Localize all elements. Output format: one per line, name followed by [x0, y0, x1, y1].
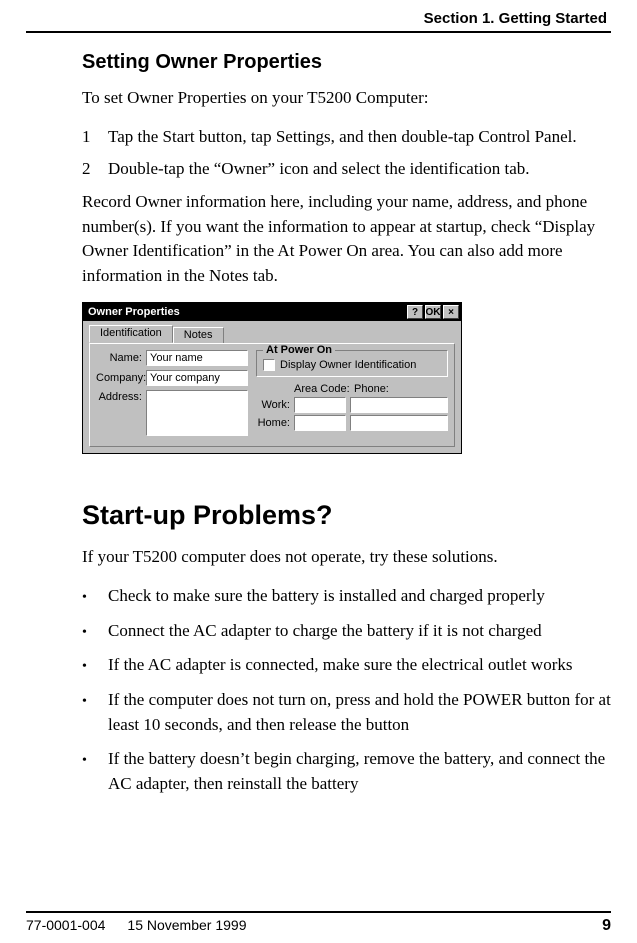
group-legend: At Power On [263, 344, 335, 356]
address-label: Address: [96, 390, 146, 403]
list-item: • If the AC adapter is connected, make s… [82, 653, 611, 678]
footer-rule [26, 911, 611, 913]
step-text: Double-tap the “Owner” icon and select t… [108, 157, 530, 182]
window-title: Owner Properties [88, 306, 405, 318]
home-phone-input[interactable] [350, 415, 448, 431]
phone-header: Area Code: Phone: [256, 383, 448, 395]
bullet-icon: • [82, 584, 108, 609]
phone-label: Phone: [354, 383, 389, 395]
tab-panel: Name: Your name Company: Your company Ad… [89, 343, 455, 447]
record-paragraph: Record Owner information here, including… [82, 190, 611, 289]
work-area-code-input[interactable] [294, 397, 346, 413]
bullet-icon: • [82, 619, 108, 644]
bullet-text: Connect the AC adapter to charge the bat… [108, 619, 542, 644]
tab-strip: Identification Notes [83, 321, 461, 343]
numbered-steps: 1 Tap the Start button, tap Settings, an… [82, 125, 611, 182]
intro-paragraph: To set Owner Properties on your T5200 Co… [82, 86, 611, 111]
company-label: Company: [96, 372, 146, 384]
step-number: 2 [82, 157, 108, 182]
ok-button[interactable]: OK [425, 305, 441, 319]
work-phone-input[interactable] [350, 397, 448, 413]
name-label: Name: [96, 352, 146, 364]
name-input[interactable]: Your name [146, 350, 248, 366]
heading-startup-problems: Start-up Problems? [82, 500, 611, 531]
bullet-text: Check to make sure the battery is instal… [108, 584, 545, 609]
doc-number: 77-0001-004 [26, 917, 105, 935]
bullet-text: If the battery doesn’t begin charging, r… [108, 747, 611, 796]
help-button[interactable]: ? [407, 305, 423, 319]
owner-properties-window: Owner Properties ? OK × Identification N… [82, 302, 462, 454]
list-item: • Connect the AC adapter to charge the b… [82, 619, 611, 644]
bullet-text: If the computer does not turn on, press … [108, 688, 611, 737]
display-owner-checkbox[interactable] [263, 359, 275, 371]
close-button[interactable]: × [443, 305, 459, 319]
address-input[interactable] [146, 390, 248, 436]
window-titlebar: Owner Properties ? OK × [83, 303, 461, 321]
company-input[interactable]: Your company [146, 370, 248, 386]
area-code-label: Area Code: [294, 383, 350, 395]
page-footer: 77-0001-004 15 November 1999 9 [26, 911, 611, 935]
page-number: 9 [602, 917, 611, 935]
work-label: Work: [256, 399, 294, 411]
doc-date: 15 November 1999 [105, 917, 602, 935]
bullet-list: • Check to make sure the battery is inst… [82, 584, 611, 796]
bullet-icon: • [82, 653, 108, 678]
tab-identification[interactable]: Identification [89, 325, 173, 343]
problems-intro: If your T5200 computer does not operate,… [82, 545, 611, 570]
bullet-icon: • [82, 747, 108, 796]
home-label: Home: [256, 417, 294, 429]
step-number: 1 [82, 125, 108, 150]
list-item: • If the computer does not turn on, pres… [82, 688, 611, 737]
step-text: Tap the Start button, tap Settings, and … [108, 125, 577, 150]
bullet-text: If the AC adapter is connected, make sur… [108, 653, 573, 678]
section-header: Section 1. Getting Started [26, 10, 611, 31]
step-item: 1 Tap the Start button, tap Settings, an… [82, 125, 611, 150]
bullet-icon: • [82, 688, 108, 737]
list-item: • If the battery doesn’t begin charging,… [82, 747, 611, 796]
home-area-code-input[interactable] [294, 415, 346, 431]
heading-setting-owner: Setting Owner Properties [82, 51, 611, 74]
at-power-on-group: At Power On Display Owner Identification [256, 350, 448, 377]
step-item: 2 Double-tap the “Owner” icon and select… [82, 157, 611, 182]
checkbox-label: Display Owner Identification [280, 359, 416, 371]
list-item: • Check to make sure the battery is inst… [82, 584, 611, 609]
tab-notes[interactable]: Notes [173, 327, 224, 343]
